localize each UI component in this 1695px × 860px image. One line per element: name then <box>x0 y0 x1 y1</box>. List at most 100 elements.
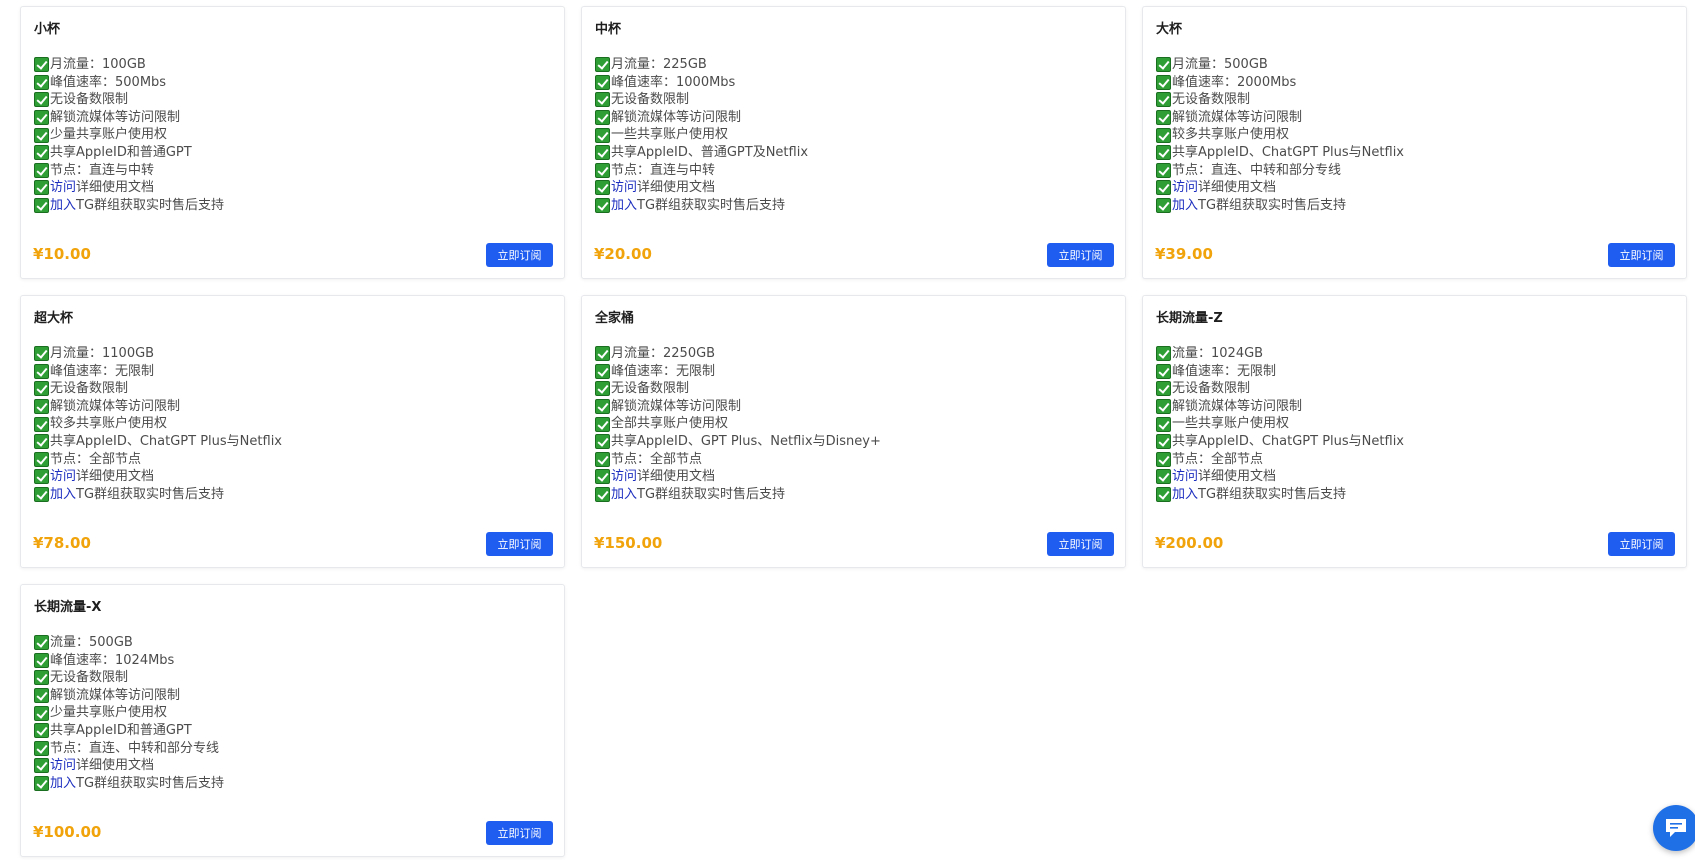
feature-link[interactable]: 访问 <box>611 179 637 197</box>
subscribe-button[interactable]: 立即订阅 <box>1047 243 1114 267</box>
feature-list: 流量：500GB 峰值速率：1024Mbs 无设备数限制 解锁流媒体等访问限制 少量共享… <box>34 634 224 792</box>
feature-text: 详细使用文档 <box>1198 469 1277 485</box>
feature-text: 解锁流媒体等访问限制 <box>611 109 742 125</box>
feature-text: 峰值速率：500Mbs <box>50 74 167 90</box>
check-box-icon <box>34 57 49 73</box>
feature-item: 一些共享账户使用权 <box>595 126 808 144</box>
feature-text: TG群组获取实时售后支持 <box>637 197 786 213</box>
feature-link[interactable]: 加入 <box>1172 197 1198 215</box>
check-box-icon <box>34 92 49 108</box>
subscribe-button[interactable]: 立即订阅 <box>486 532 553 556</box>
feature-text: 节点：直连与中转 <box>611 162 716 178</box>
feature-text: TG群组获取实时售后支持 <box>637 486 786 502</box>
feature-text: 无设备数限制 <box>1172 92 1251 108</box>
feature-text: 无设备数限制 <box>611 381 690 397</box>
feature-text: 详细使用文档 <box>76 469 155 485</box>
feature-link[interactable]: 加入 <box>1172 486 1198 504</box>
plan-price: ¥100.00 <box>33 823 102 841</box>
check-box-icon <box>595 198 610 214</box>
feature-item: 共享AppleID、GPT Plus、Netflix与Disney+ <box>595 433 881 451</box>
check-box-icon <box>595 57 610 73</box>
feature-text: 流量：500GB <box>50 635 133 650</box>
feature-item: 月流量：500GB <box>1156 56 1404 74</box>
feature-link[interactable]: 访问 <box>1172 468 1198 486</box>
feature-item: 加入 TG群组获取实时售后支持 <box>1156 486 1404 504</box>
feature-link[interactable]: 访问 <box>611 468 637 486</box>
feature-item: 峰值速率：无限制 <box>1156 363 1404 381</box>
plan-title: 长期流量-X <box>34 600 102 615</box>
subscribe-button[interactable]: 立即订阅 <box>1608 532 1675 556</box>
feature-text: 共享AppleID、ChatGPT Plus与Netflix <box>50 433 282 449</box>
subscribe-button[interactable]: 立即订阅 <box>1608 243 1675 267</box>
feature-item: 无设备数限制 <box>34 91 224 109</box>
feature-item: 共享AppleID、ChatGPT Plus与Netflix <box>1156 144 1404 162</box>
check-box-icon <box>34 758 49 774</box>
feature-item: 解锁流媒体等访问限制 <box>1156 109 1404 127</box>
feature-text: 解锁流媒体等访问限制 <box>611 398 742 414</box>
subscribe-button[interactable]: 立即订阅 <box>1047 532 1114 556</box>
plan-title: 长期流量-Z <box>1156 311 1223 326</box>
feature-text: TG群组获取实时售后支持 <box>1198 486 1347 502</box>
plan-price: ¥200.00 <box>1155 534 1224 552</box>
plan-price: ¥78.00 <box>33 534 91 552</box>
feature-item: 访问 详细使用文档 <box>1156 179 1404 197</box>
feature-item: 解锁流媒体等访问限制 <box>595 398 881 416</box>
check-box-icon <box>34 399 49 415</box>
feature-link[interactable]: 访问 <box>50 179 76 197</box>
check-box-icon <box>34 652 49 668</box>
check-box-icon <box>34 127 49 143</box>
feature-link[interactable]: 加入 <box>611 486 637 504</box>
check-box-icon <box>1156 363 1171 379</box>
feature-link[interactable]: 加入 <box>611 197 637 215</box>
feature-text: 详细使用文档 <box>76 758 155 774</box>
feature-text: 月流量：2250GB <box>611 346 716 361</box>
feature-text: 共享AppleID、ChatGPT Plus与Netflix <box>1172 144 1404 160</box>
feature-item: 少量共享账户使用权 <box>34 704 224 722</box>
feature-text: 共享AppleID、ChatGPT Plus与Netflix <box>1172 433 1404 449</box>
check-box-icon <box>1156 110 1171 126</box>
check-box-icon <box>595 469 610 485</box>
check-box-icon <box>1156 198 1171 214</box>
feature-item: 共享AppleID、普通GPT及Netflix <box>595 144 808 162</box>
check-box-icon <box>595 399 610 415</box>
check-box-icon <box>34 740 49 756</box>
feature-item: 无设备数限制 <box>34 669 224 687</box>
feature-link[interactable]: 访问 <box>50 468 76 486</box>
feature-link[interactable]: 访问 <box>1172 179 1198 197</box>
feature-link[interactable]: 加入 <box>50 775 76 793</box>
check-box-icon <box>595 346 610 362</box>
feature-text: 详细使用文档 <box>1198 180 1277 196</box>
plan-card: 长期流量-X 流量：500GB 峰值速率：1024Mbs 无设备数限制 解锁流媒体等访问… <box>20 584 565 857</box>
check-box-icon <box>1156 74 1171 90</box>
feature-item: 节点：全部节点 <box>34 451 282 469</box>
feature-text: 解锁流媒体等访问限制 <box>1172 398 1303 414</box>
plans-page: 小杯 月流量：100GB 峰值速率：500Mbs 无设备数限制 解锁流媒体等访问限制 少量… <box>0 0 1695 860</box>
check-box-icon <box>1156 346 1171 362</box>
check-box-icon <box>595 451 610 467</box>
feature-link[interactable]: 加入 <box>50 197 76 215</box>
check-box-icon <box>34 688 49 704</box>
chat-bubble-icon <box>1666 819 1686 837</box>
feature-item: 节点：直连与中转 <box>595 162 808 180</box>
feature-item: 节点：全部节点 <box>595 451 881 469</box>
feature-text: 节点：直连、中转和部分专线 <box>1172 162 1342 178</box>
feature-item: 峰值速率：无限制 <box>34 363 282 381</box>
chat-button[interactable] <box>1653 805 1695 851</box>
feature-item: 访问 详细使用文档 <box>595 468 881 486</box>
feature-item: 解锁流媒体等访问限制 <box>595 109 808 127</box>
feature-text: 少量共享账户使用权 <box>50 127 168 143</box>
feature-item: 无设备数限制 <box>1156 91 1404 109</box>
subscribe-button[interactable]: 立即订阅 <box>486 821 553 845</box>
plan-price: ¥39.00 <box>1155 245 1213 263</box>
feature-text: 共享AppleID、普通GPT及Netflix <box>611 144 809 160</box>
feature-link[interactable]: 加入 <box>50 486 76 504</box>
feature-text: TG群组获取实时售后支持 <box>1198 197 1347 213</box>
subscribe-button[interactable]: 立即订阅 <box>486 243 553 267</box>
feature-text: 月流量：1100GB <box>50 346 155 361</box>
feature-link[interactable]: 访问 <box>50 757 76 775</box>
feature-item: 解锁流媒体等访问限制 <box>34 687 224 705</box>
check-box-icon <box>1156 451 1171 467</box>
check-box-icon <box>1156 162 1171 178</box>
plan-card: 大杯 月流量：500GB 峰值速率：2000Mbs 无设备数限制 解锁流媒体等访问限制较… <box>1142 6 1687 279</box>
check-box-icon <box>34 198 49 214</box>
